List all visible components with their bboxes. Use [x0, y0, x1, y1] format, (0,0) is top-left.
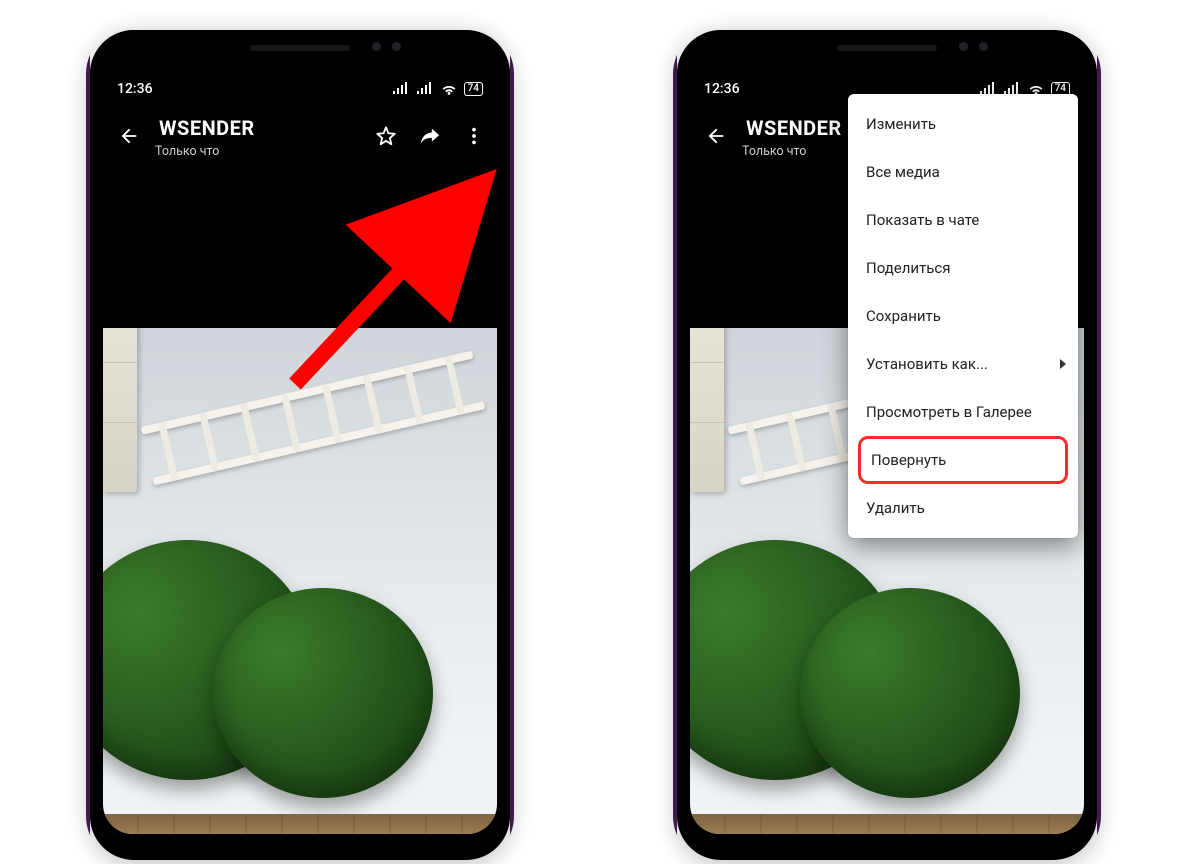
signal-icon — [392, 82, 410, 96]
menu-item-label: Поделиться — [866, 259, 951, 277]
photo-bicycle — [696, 820, 1076, 834]
status-time: 12:36 — [704, 81, 740, 97]
status-indicators: 74 — [392, 82, 483, 96]
forward-icon — [419, 125, 441, 147]
phone-bezel — [677, 30, 1097, 74]
more-vert-icon — [463, 125, 485, 147]
back-button[interactable] — [113, 120, 145, 152]
chat-name: WSENDER — [155, 114, 263, 142]
menu-item-save[interactable]: Сохранить — [848, 292, 1078, 340]
menu-item-delete[interactable]: Удалить — [848, 484, 1078, 532]
menu-item-all-media[interactable]: Все медиа — [848, 148, 1078, 196]
phone-bezel — [90, 30, 510, 74]
menu-item-show-in-chat[interactable]: Показать в чате — [848, 196, 1078, 244]
arrow-left-icon — [118, 125, 140, 147]
status-bar: 12:36 74 — [103, 74, 497, 104]
menu-item-label: Показать в чате — [866, 211, 979, 229]
media-photo[interactable] — [103, 328, 497, 834]
title-block[interactable]: WSENDER Только что — [155, 114, 359, 159]
chat-name: WSENDER — [742, 114, 850, 142]
arrow-left-icon — [705, 125, 727, 147]
status-time: 12:36 — [117, 81, 153, 97]
back-button[interactable] — [700, 120, 732, 152]
battery-icon: 74 — [464, 82, 483, 96]
phone-mockup-right: 12:36 74 WSENDER Только что — [677, 30, 1097, 860]
menu-item-label: Установить как... — [866, 355, 988, 373]
menu-item-label: Все медиа — [866, 163, 940, 181]
menu-item-edit[interactable]: Изменить — [848, 100, 1078, 148]
phone-mockup-left: 12:36 74 WSENDER Только что — [90, 30, 510, 860]
overflow-menu: Изменить Все медиа Показать в чате Подел… — [848, 94, 1078, 538]
screen-right: 12:36 74 WSENDER Только что — [690, 74, 1084, 834]
app-bar: WSENDER Только что — [103, 104, 497, 168]
star-outline-icon — [375, 125, 397, 147]
letterbox-top — [103, 168, 497, 328]
photo-bicycle — [109, 820, 489, 834]
forward-button[interactable] — [413, 119, 447, 153]
menu-item-label: Изменить — [866, 115, 936, 133]
menu-item-label: Повернуть — [871, 451, 946, 469]
menu-item-label: Удалить — [866, 499, 925, 517]
menu-item-rotate[interactable]: Повернуть — [858, 436, 1068, 484]
menu-item-share[interactable]: Поделиться — [848, 244, 1078, 292]
wifi-icon — [440, 82, 458, 96]
menu-item-label: Сохранить — [866, 307, 941, 325]
star-button[interactable] — [369, 119, 403, 153]
chevron-right-icon — [1060, 359, 1066, 369]
signal-icon — [416, 82, 434, 96]
menu-item-label: Просмотреть в Галерее — [866, 403, 1032, 421]
screen-left: 12:36 74 WSENDER Только что — [103, 74, 497, 834]
menu-item-set-as[interactable]: Установить как... — [848, 340, 1078, 388]
overflow-button[interactable] — [457, 119, 491, 153]
chat-subtitle: Только что — [155, 144, 359, 159]
menu-item-view-in-gallery[interactable]: Просмотреть в Галерее — [848, 388, 1078, 436]
